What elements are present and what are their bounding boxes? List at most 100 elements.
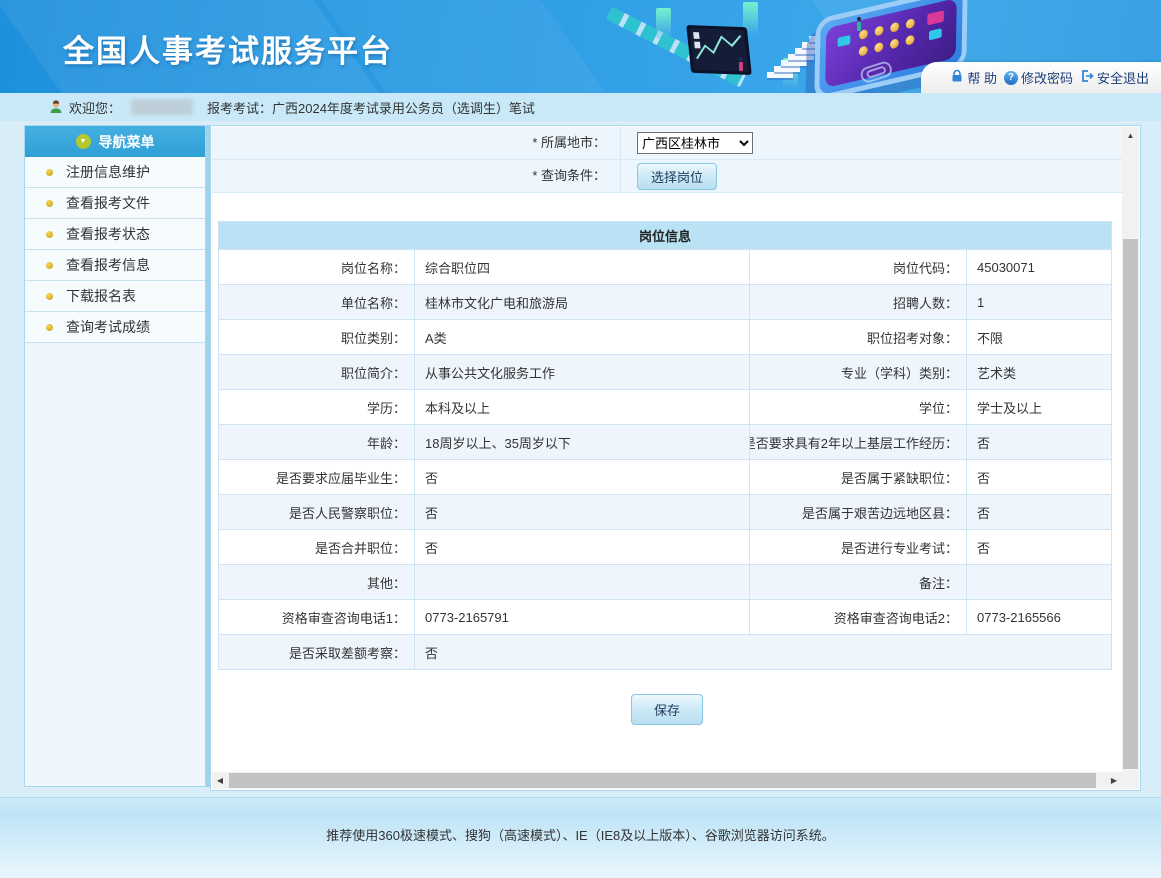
row-value: 否 <box>415 635 1111 669</box>
row-label: 招聘人数： <box>750 285 967 319</box>
question-icon: ? <box>1004 71 1018 85</box>
welcome-bar: 欢迎您： 报考考试：广西2024年度考试录用公务员（选调生）笔试 <box>0 93 1161 121</box>
row-label: 备注： <box>750 565 967 599</box>
glow-pillar-icon <box>656 8 671 38</box>
sidebar-item-label: 注册信息维护 <box>66 162 150 182</box>
sidebar-item-download-form[interactable]: 下载报名表 <box>25 281 205 312</box>
row-value: 1 <box>967 285 1111 319</box>
bullet-dot-icon <box>46 200 53 207</box>
scrollbar-corner <box>1122 772 1139 789</box>
scroll-right-arrow-icon[interactable]: ▶ <box>1106 776 1122 785</box>
row-value: 45030071 <box>967 250 1111 284</box>
row-value: 否 <box>967 495 1111 529</box>
table-title: 岗位信息 <box>219 222 1111 249</box>
horizontal-scrollbar[interactable]: ◀ ▶ <box>212 772 1122 789</box>
row-label: 资格审查咨询电话2： <box>750 600 967 634</box>
footer: 推荐使用360极速模式、搜狗（高速模式）、IE（IE8及以上版本）、谷歌浏览器访… <box>0 797 1161 878</box>
sidebar-item-query-scores[interactable]: 查询考试成绩 <box>25 312 205 343</box>
sidebar-item-label: 查看报考信息 <box>66 255 150 275</box>
logout-label: 安全退出 <box>1097 68 1149 87</box>
row-label: 是否要求具有2年以上基层工作经历： <box>750 425 967 459</box>
change-password-label: 修改密码 <box>1021 68 1073 87</box>
stair-step <box>767 72 793 78</box>
row-label: 岗位代码： <box>750 250 967 284</box>
row-value <box>415 565 750 599</box>
row-label: 是否要求应届毕业生： <box>219 460 415 494</box>
table-row: 职位简介： 从事公共文化服务工作 专业（学科）类别： 艺术类 <box>219 354 1111 389</box>
stair-step <box>795 48 821 54</box>
exam-info: 报考考试：广西2024年度考试录用公务员（选调生）笔试 <box>207 98 535 117</box>
sidebar-menu: 注册信息维护 查看报考文件 查看报考状态 查看报考信息 下载报名表 <box>25 157 205 343</box>
table-row: 学历： 本科及以上 学位： 学士及以上 <box>219 389 1111 424</box>
row-label: 专业（学科）类别： <box>750 355 967 389</box>
row-value: 否 <box>967 460 1111 494</box>
glow-pillar-icon <box>783 58 798 88</box>
table-row: 其他： 备注： <box>219 564 1111 599</box>
help-link[interactable]: 帮 助 <box>950 68 997 87</box>
city-label: * 所属地市： <box>212 127 621 159</box>
row-label: 职位简介： <box>219 355 415 389</box>
row-label: 是否人民警察职位： <box>219 495 415 529</box>
stair-step <box>802 42 828 48</box>
bullet-dot-icon <box>46 324 53 331</box>
user-name-redacted <box>131 99 193 115</box>
scroll-up-arrow-icon[interactable]: ▲ <box>1122 127 1139 143</box>
row-value: 从事公共文化服务工作 <box>415 355 750 389</box>
row-label: 是否采取差额考察： <box>219 635 415 669</box>
sidebar-item-label: 查看报考状态 <box>66 224 150 244</box>
row-value: 本科及以上 <box>415 390 750 424</box>
table-row: 职位类别： A类 职位招考对象： 不限 <box>219 319 1111 354</box>
page-title: 全国人事考试服务平台 <box>63 26 393 71</box>
vertical-scrollbar-thumb[interactable] <box>1123 239 1138 769</box>
bullet-dot-icon <box>46 169 53 176</box>
page: 全国人事考试服务平台 帮 助 ? 修改密码 安全退出 欢迎您： 报考考试：广西2… <box>0 0 1161 878</box>
main-panel: * 所属地市： 广西区桂林市 * 查询条件： 选择岗位 岗位信息 <box>210 125 1141 791</box>
user-avatar-icon <box>48 99 64 115</box>
select-position-button[interactable]: 选择岗位 <box>637 163 717 190</box>
sidebar-item-view-exam-files[interactable]: 查看报考文件 <box>25 188 205 219</box>
row-value: 否 <box>415 460 750 494</box>
row-value: 0773-2165566 <box>967 600 1111 634</box>
table-row: 是否合并职位： 否 是否进行专业考试： 否 <box>219 529 1111 564</box>
logout-link[interactable]: 安全退出 <box>1080 68 1149 87</box>
browser-recommendation: 推荐使用360极速模式、搜狗（高速模式）、IE（IE8及以上版本）、谷歌浏览器访… <box>0 825 1161 844</box>
main-panel-content: * 所属地市： 广西区桂林市 * 查询条件： 选择岗位 岗位信息 <box>212 127 1122 772</box>
row-label: 年龄： <box>219 425 415 459</box>
vertical-scrollbar[interactable]: ▲ <box>1122 127 1139 772</box>
chart-monitor-icon <box>686 25 752 75</box>
sidebar-item-view-application-info[interactable]: 查看报考信息 <box>25 250 205 281</box>
sidebar-item-label: 查看报考文件 <box>66 193 150 213</box>
table-row: 单位名称： 桂林市文化广电和旅游局 招聘人数： 1 <box>219 284 1111 319</box>
change-password-link[interactable]: ? 修改密码 <box>1004 68 1073 87</box>
row-value: 18周岁以上、35周岁以下 <box>415 425 750 459</box>
form-row-query: * 查询条件： 选择岗位 <box>212 160 1122 193</box>
row-label: 职位类别： <box>219 320 415 354</box>
table-row: 岗位名称： 综合职位四 岗位代码： 45030071 <box>219 249 1111 284</box>
sidebar-item-label: 查询考试成绩 <box>66 317 150 337</box>
row-value: 综合职位四 <box>415 250 750 284</box>
save-button[interactable]: 保存 <box>631 694 703 725</box>
table-row: 是否采取差额考察： 否 <box>219 634 1111 669</box>
sidebar-item-view-application-status[interactable]: 查看报考状态 <box>25 219 205 250</box>
row-value: 否 <box>415 530 750 564</box>
table-row: 是否人民警察职位： 否 是否属于艰苦边远地区县： 否 <box>219 494 1111 529</box>
row-value: 否 <box>415 495 750 529</box>
row-label: 是否属于艰苦边远地区县： <box>750 495 967 529</box>
person-figure-icon <box>739 62 743 71</box>
row-label: 是否合并职位： <box>219 530 415 564</box>
row-value <box>967 565 1111 599</box>
stair-step <box>809 36 835 42</box>
top-nav: 帮 助 ? 修改密码 安全退出 <box>921 62 1161 93</box>
city-select[interactable]: 广西区桂林市 <box>637 132 753 154</box>
row-value: 桂林市文化广电和旅游局 <box>415 285 750 319</box>
welcome-greeting: 欢迎您： <box>69 98 121 117</box>
bullet-dot-icon <box>46 231 53 238</box>
row-value: 否 <box>967 425 1111 459</box>
scroll-left-arrow-icon[interactable]: ◀ <box>212 776 228 785</box>
sidebar-item-label: 下载报名表 <box>66 286 136 306</box>
stair-step <box>774 66 800 72</box>
conveyor-ribbon-icon <box>606 7 746 88</box>
sidebar-item-register-info[interactable]: 注册信息维护 <box>25 157 205 188</box>
sidebar-nav-header[interactable]: ▼ 导航菜单 <box>25 126 205 157</box>
horizontal-scrollbar-thumb[interactable] <box>229 773 1096 788</box>
